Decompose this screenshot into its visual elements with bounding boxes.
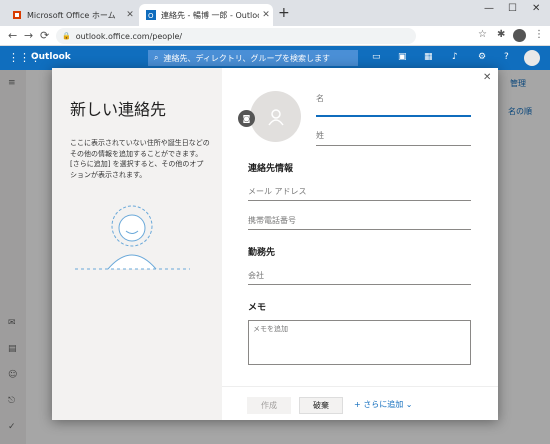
- company-field[interactable]: 会社: [248, 267, 471, 285]
- new-tab-icon[interactable]: +: [278, 5, 290, 21]
- dialog-footer: 作成 破棄 + さらに追加 ⌄: [222, 386, 498, 420]
- dialog-title: 新しい連絡先: [70, 100, 167, 119]
- email-field[interactable]: メール アドレス: [248, 183, 471, 201]
- user-avatar[interactable]: [524, 50, 540, 66]
- chevron-down-icon: ⌄: [403, 400, 413, 409]
- help-icon[interactable]: ?: [504, 52, 509, 62]
- phone-field[interactable]: 携帯電話番号: [248, 212, 471, 230]
- person-illustration: [75, 205, 190, 270]
- close-tab-icon[interactable]: ✕: [259, 10, 273, 20]
- tab-office-home[interactable]: Microsoft Office ホーム ✕: [5, 4, 137, 26]
- add-more-button[interactable]: + さらに追加 ⌄: [354, 399, 413, 410]
- back-icon[interactable]: ←: [8, 29, 17, 42]
- camera-icon[interactable]: ◙: [238, 110, 255, 127]
- contact-photo-placeholder[interactable]: [250, 91, 301, 142]
- reload-icon[interactable]: ⟳: [40, 29, 49, 42]
- extensions-icon[interactable]: ✱: [497, 29, 505, 40]
- close-icon[interactable]: ✕: [483, 72, 491, 83]
- menu-icon[interactable]: ⋮: [534, 29, 544, 40]
- tab-title: Microsoft Office ホーム: [27, 10, 116, 20]
- tab-outlook-contacts[interactable]: O 連絡先 - 暢博 一郎 - Outlook ✕: [139, 4, 273, 26]
- maximize-icon[interactable]: ☐: [508, 3, 517, 14]
- memo-placeholder: メモを追加: [253, 325, 288, 333]
- teams-icon[interactable]: ▣: [398, 52, 407, 62]
- close-window-icon[interactable]: ✕: [532, 3, 540, 14]
- company-placeholder: 会社: [248, 271, 264, 280]
- phone-placeholder: 携帯電話番号: [248, 216, 296, 225]
- brand-name: Outlook: [31, 52, 71, 62]
- search-input[interactable]: ⌕ 連絡先、ディレクトリ、グループを検索します: [148, 50, 358, 66]
- url-field[interactable]: 🔒 outlook.office.com/people/: [56, 28, 416, 44]
- url-text: outlook.office.com/people/: [75, 31, 183, 41]
- add-more-label: さらに追加: [363, 400, 404, 409]
- discard-button[interactable]: 破棄: [299, 397, 343, 414]
- office-icon: [13, 11, 21, 19]
- svg-text:O: O: [148, 12, 154, 20]
- last-name-field[interactable]: 姓: [316, 126, 471, 146]
- bell-icon[interactable]: ♪: [452, 52, 458, 62]
- new-contact-dialog: 新しい連絡先 ここに表示されていない住所や誕生日などのその他の情報を追加すること…: [52, 68, 498, 420]
- planner-icon[interactable]: ▦: [424, 52, 433, 62]
- browser-tab-bar: Microsoft Office ホーム ✕ O 連絡先 - 暢博 一郎 - O…: [0, 0, 550, 26]
- star-icon[interactable]: ☆: [478, 29, 487, 40]
- work-heading: 勤務先: [248, 248, 276, 258]
- dialog-description: ここに表示されていない住所や誕生日などのその他の情報を追加することができます。[…: [70, 139, 210, 179]
- meet-icon[interactable]: ▭: [372, 52, 381, 62]
- last-name-label: 姓: [316, 131, 324, 140]
- address-bar: ← → ⟳ 🔒 outlook.office.com/people/ ☆ ✱ ⋮: [0, 26, 550, 46]
- minimize-icon[interactable]: —: [484, 3, 494, 14]
- person-icon: [267, 108, 284, 125]
- dialog-info-panel: 新しい連絡先 ここに表示されていない住所や誕生日などのその他の情報を追加すること…: [52, 68, 222, 420]
- gear-icon[interactable]: ⚙: [478, 52, 486, 62]
- search-icon: ⌕: [154, 53, 159, 62]
- memo-heading: メモ: [248, 303, 267, 313]
- close-tab-icon[interactable]: ✕: [123, 10, 137, 20]
- outlook-header: ⋮⋮⋮ Outlook ⌕ 連絡先、ディレクトリ、グループを検索します ▭ ▣ …: [0, 46, 550, 70]
- forward-icon[interactable]: →: [24, 29, 33, 42]
- memo-textarea[interactable]: メモを追加: [248, 320, 471, 365]
- first-name-field[interactable]: 名: [316, 90, 471, 117]
- tab-title: 連絡先 - 暢博 一郎 - Outlook: [161, 10, 259, 20]
- first-name-label: 名: [316, 94, 324, 103]
- outlook-icon: O: [146, 10, 156, 20]
- email-placeholder: メール アドレス: [248, 187, 307, 196]
- contact-info-heading: 連絡先情報: [248, 164, 294, 174]
- lock-icon: 🔒: [62, 32, 71, 40]
- profile-avatar[interactable]: [513, 29, 526, 42]
- create-button[interactable]: 作成: [247, 397, 291, 414]
- plus-icon: +: [354, 400, 364, 409]
- search-placeholder: 連絡先、ディレクトリ、グループを検索します: [163, 53, 330, 63]
